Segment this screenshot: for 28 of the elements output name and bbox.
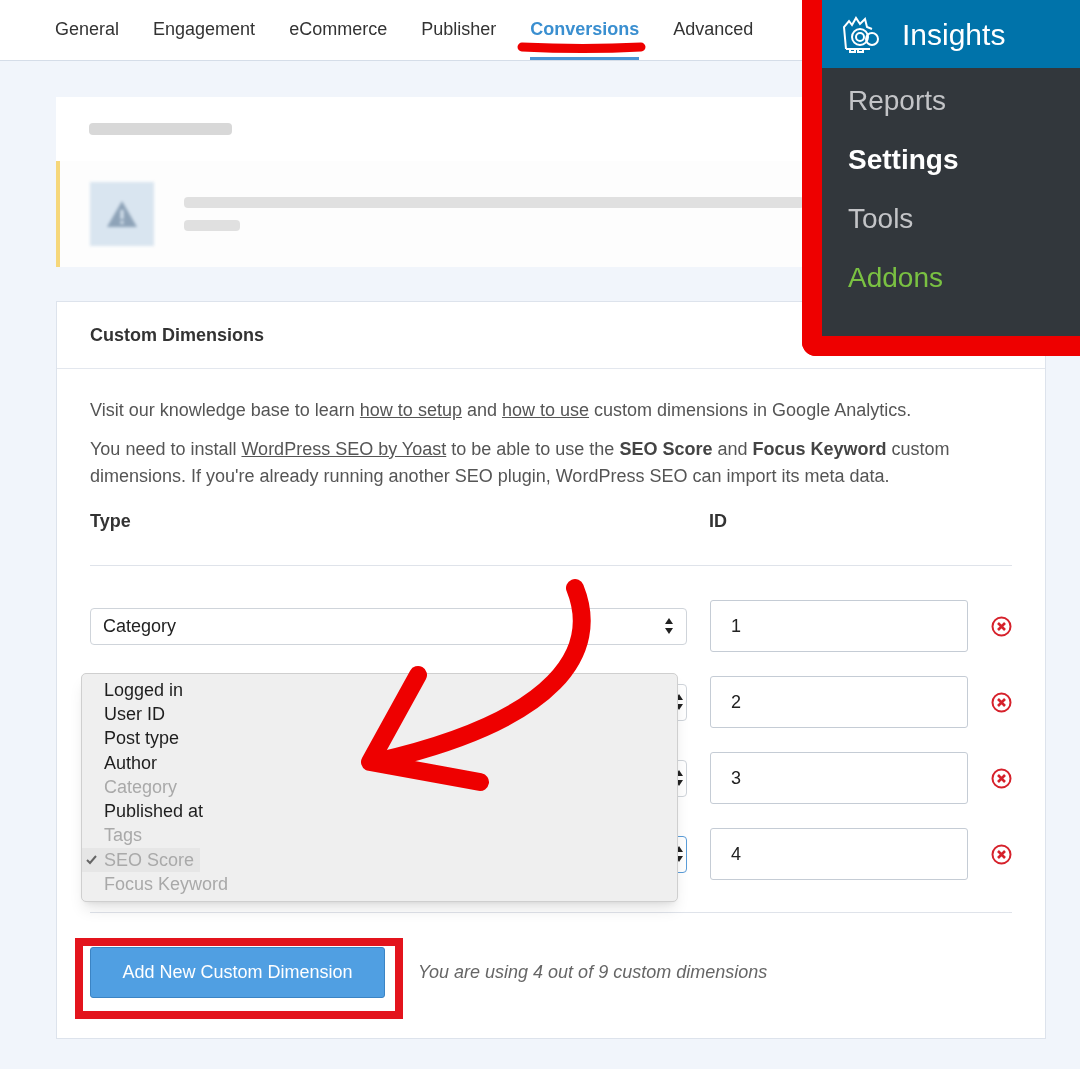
id-field[interactable]: 3	[710, 752, 968, 804]
usage-note: You are using 4 out of 9 custom dimensions	[418, 961, 768, 984]
column-header: ID	[709, 510, 727, 533]
paragraph: You need to install WordPress SEO by Yoast to be able to use the SEO Score and Focus Keyword custom dimensions. If you're already running another SEO plugin, WordPress SEO can import its meta data.	[90, 438, 951, 488]
text-link[interactable]: how to use	[501, 400, 590, 420]
menu-item[interactable]: Settings	[848, 141, 1080, 178]
dropdown-option[interactable]: Logged in	[82, 678, 190, 703]
menu-item[interactable]: Addons	[848, 259, 1080, 296]
tab[interactable]: Publisher	[421, 16, 497, 60]
tab[interactable]: Advanced	[673, 16, 754, 60]
paragraph: Visit our knowledge base to learn how to setup and how to use custom dimensions in Google Analytics.	[90, 399, 913, 422]
text-link[interactable]: how to setup	[359, 400, 462, 420]
dropdown-option[interactable]: Published at	[82, 799, 210, 824]
text-link[interactable]: WordPress SEO by Yoast	[241, 439, 447, 459]
id-field[interactable]: 1	[710, 600, 968, 652]
type-select[interactable]: Category	[90, 607, 687, 645]
dropdown-option[interactable]: Post type	[82, 726, 186, 751]
tab[interactable]: Engagement	[153, 16, 256, 60]
tab[interactable]: General	[55, 16, 120, 60]
menu-item[interactable]: Reports	[848, 82, 1080, 119]
tab[interactable]: eCommerce	[289, 16, 388, 60]
dropdown-option[interactable]: Author	[82, 750, 164, 776]
id-field[interactable]: 2	[710, 676, 968, 728]
menu-item[interactable]: Tools	[848, 200, 1080, 237]
id-field[interactable]: 4	[710, 828, 968, 880]
column-header: Type	[90, 510, 132, 533]
dropdown-option[interactable]: User ID	[82, 702, 171, 727]
panel-title: Insights	[902, 16, 1006, 53]
